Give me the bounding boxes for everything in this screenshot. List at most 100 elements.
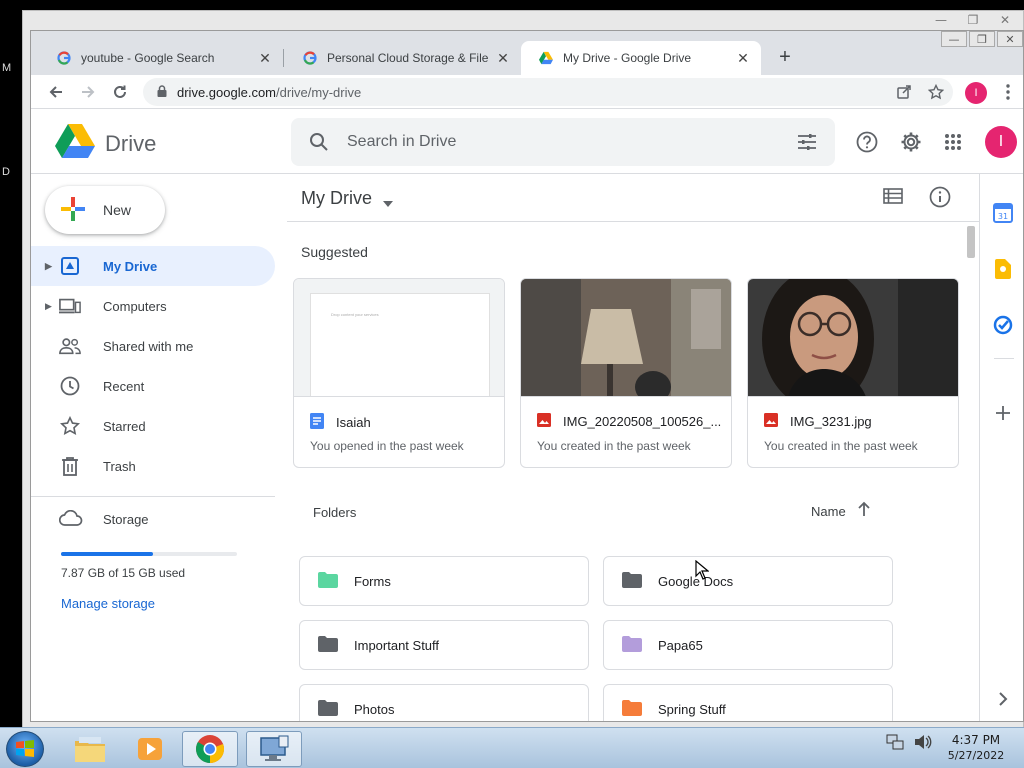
computers-icon	[59, 295, 81, 317]
restore-icon[interactable]: ❐	[969, 31, 995, 47]
page-title[interactable]: My Drive	[301, 188, 372, 209]
menu-kebab-icon[interactable]	[997, 81, 1019, 103]
nav-label: Shared with me	[103, 338, 194, 354]
side-panel-divider	[994, 358, 1014, 359]
tab-title: Personal Cloud Storage & File Sh	[327, 51, 489, 65]
doc-thumbnail: Drop content your services	[294, 279, 504, 397]
bookmark-star-icon[interactable]	[925, 81, 947, 103]
nav-item-shared-with-me[interactable]: Shared with me	[31, 326, 275, 366]
windows-start-button[interactable]	[6, 731, 44, 767]
info-icon[interactable]	[929, 186, 951, 213]
close-tab-icon[interactable]: ✕	[495, 50, 511, 67]
suggested-card[interactable]: Drop content your services Isaiah You op…	[293, 278, 505, 468]
file-name: IMG_20220508_100526_...	[537, 413, 727, 430]
settings-gear-icon[interactable]	[895, 126, 927, 158]
nav-item-recent[interactable]: Recent	[31, 366, 275, 406]
storage-link[interactable]: Storage	[58, 509, 149, 529]
tab-title: My Drive - Google Drive	[563, 51, 692, 65]
folder-icon	[318, 571, 338, 591]
window-controls: — ❐ ✕	[939, 31, 1023, 47]
calendar-icon[interactable]: 31	[992, 202, 1014, 224]
profile-avatar[interactable]: I	[965, 82, 987, 104]
cloud-icon	[58, 509, 83, 529]
doc-preview-text: Drop content your services	[331, 312, 379, 317]
docs-file-icon	[310, 413, 324, 432]
file-activity: You opened in the past week	[310, 439, 464, 453]
arrow-up-icon[interactable]	[857, 501, 871, 522]
reload-icon[interactable]	[109, 81, 131, 103]
search-input[interactable]	[347, 133, 779, 151]
chrome-icon[interactable]	[182, 731, 238, 767]
tasks-icon[interactable]	[992, 314, 1014, 336]
network-icon[interactable]	[886, 734, 904, 755]
sort-by-name-button[interactable]: Name	[811, 504, 846, 519]
drive-app: Drive I	[31, 110, 1023, 721]
storage-usage-bar	[61, 552, 237, 556]
clock-time: 4:37 PM	[951, 733, 1001, 747]
lock-icon[interactable]	[157, 84, 167, 100]
share-icon[interactable]	[893, 81, 915, 103]
folders-heading: Folders	[313, 505, 357, 520]
storage-label: Storage	[103, 512, 149, 527]
main-header: My Drive	[287, 174, 979, 222]
suggested-card[interactable]: IMG_20220508_100526_... You created in t…	[520, 278, 732, 468]
nav-item-computers[interactable]: ▶ Computers	[31, 286, 275, 326]
nav-item-starred[interactable]: Starred	[31, 406, 275, 446]
remote-desktop-icon[interactable]	[246, 731, 302, 767]
minimize-icon[interactable]: —	[927, 11, 955, 29]
keep-icon[interactable]	[992, 258, 1014, 280]
close-tab-icon[interactable]: ✕	[257, 50, 273, 67]
folder-item[interactable]: Forms	[299, 556, 589, 606]
folder-item[interactable]: Google Docs	[603, 556, 893, 606]
drive-header: Drive I	[31, 110, 1023, 174]
close-icon[interactable]: ✕	[991, 11, 1019, 29]
drive-logo[interactable]: Drive	[55, 124, 156, 163]
tab-my-drive[interactable]: My Drive - Google Drive ✕	[521, 41, 761, 75]
scrollbar-thumb[interactable]	[967, 226, 975, 258]
manage-storage-link[interactable]: Manage storage	[61, 596, 155, 611]
search-bar[interactable]	[291, 118, 835, 166]
browser-window: youtube - Google Search ✕ Personal Cloud…	[30, 30, 1024, 722]
chevron-right-icon[interactable]	[992, 688, 1014, 710]
volume-icon[interactable]	[914, 734, 932, 755]
caret-down-icon[interactable]	[383, 194, 393, 212]
app-name: Drive	[105, 130, 157, 156]
search-icon[interactable]	[291, 132, 347, 152]
folder-icon	[622, 571, 642, 591]
close-icon[interactable]: ✕	[997, 31, 1023, 47]
system-clock[interactable]: 4:37 PM 5/27/2022	[940, 733, 1012, 763]
nav-item-trash[interactable]: Trash	[31, 446, 275, 486]
tab-cloud-storage[interactable]: Personal Cloud Storage & File Sh ✕	[285, 41, 521, 75]
help-icon[interactable]	[851, 126, 883, 158]
close-tab-icon[interactable]: ✕	[735, 50, 751, 67]
add-addon-icon[interactable]	[992, 402, 1014, 424]
minimize-icon[interactable]: —	[941, 31, 967, 47]
back-arrow-icon[interactable]	[45, 81, 67, 103]
desktop-edge-glyph: D	[2, 166, 10, 178]
address-bar[interactable]: drive.google.com/drive/my-drive	[143, 78, 953, 106]
new-tab-button[interactable]: +	[771, 43, 799, 71]
forward-arrow-icon[interactable]	[77, 81, 99, 103]
search-options-icon[interactable]	[779, 133, 835, 151]
folder-item[interactable]: Papa65	[603, 620, 893, 670]
desktop-edge-glyph: M	[2, 62, 12, 74]
file-name: Isaiah	[310, 413, 500, 432]
expand-caret-icon[interactable]: ▶	[31, 301, 53, 312]
folder-item[interactable]: Photos	[299, 684, 589, 721]
new-button[interactable]: New	[45, 186, 165, 234]
nav-item-my-drive[interactable]: ▶ My Drive	[31, 246, 275, 286]
expand-caret-icon[interactable]: ▶	[31, 261, 53, 272]
apps-grid-icon[interactable]	[937, 126, 969, 158]
list-view-icon[interactable]	[883, 186, 903, 211]
drive-icon	[539, 51, 553, 65]
file-explorer-icon[interactable]	[62, 731, 118, 767]
trash-icon	[59, 455, 81, 477]
folder-item[interactable]: Important Stuff	[299, 620, 589, 670]
url-host: drive.google.com	[177, 84, 276, 100]
account-avatar[interactable]: I	[985, 126, 1017, 158]
suggested-card[interactable]: IMG_3231.jpg You created in the past wee…	[747, 278, 959, 468]
folder-item[interactable]: Spring Stuff	[603, 684, 893, 721]
maximize-icon[interactable]: ❐	[959, 11, 987, 29]
media-player-icon[interactable]	[122, 731, 178, 767]
tab-youtube-search[interactable]: youtube - Google Search ✕	[39, 41, 283, 75]
